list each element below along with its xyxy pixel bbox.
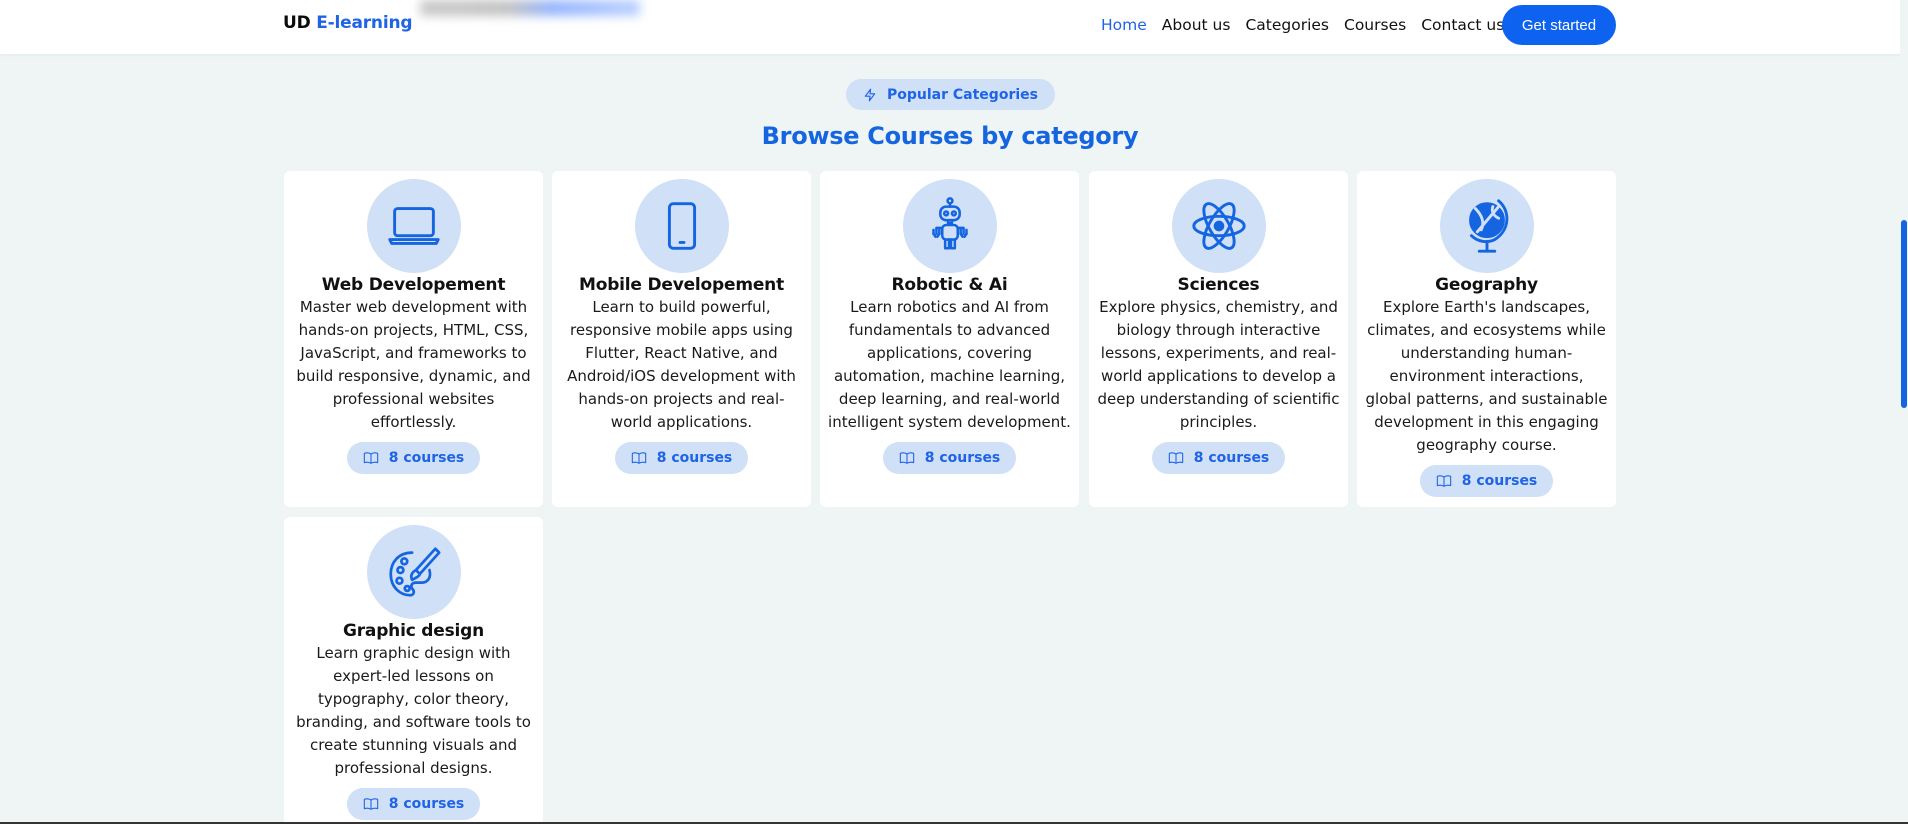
book-open-icon [363,798,378,810]
card-title: Sciences [1177,275,1260,295]
book-open-icon [363,452,378,464]
scrollbar-thumb[interactable] [1901,220,1907,408]
nav-courses[interactable]: Courses [1344,16,1406,34]
card-icon-circle [634,179,729,273]
category-card-robotic-ai[interactable]: Robotic & Ai Learn robotics and AI from … [820,171,1079,507]
nav-links: Home About us Categories Courses Contact… [1101,0,1519,50]
category-card-mobile-development[interactable]: Mobile Developement Learn to build power… [552,171,811,507]
bolt-icon [864,88,876,101]
card-title: Geography [1435,275,1538,295]
book-open-icon [1168,452,1183,464]
atom-icon [1191,202,1246,250]
courses-count-badge[interactable]: 8 courses [346,442,481,474]
site-logo[interactable]: UD E-learning [283,13,413,33]
card-description: Explore Earth's landscapes, climates, an… [1365,298,1608,454]
courses-count-badge[interactable]: 8 courses [614,442,749,474]
card-title: Web Developement [321,275,506,295]
book-open-icon [899,452,914,464]
robot-icon [931,197,968,250]
card-icon-circle [366,525,461,619]
courses-count-label: 8 courses [388,450,465,466]
globe-icon [1468,199,1508,253]
nav-about-us[interactable]: About us [1162,16,1231,34]
popular-categories-pill: Popular Categories [846,79,1055,110]
nav-contact-us[interactable]: Contact us [1421,16,1504,34]
courses-count-badge[interactable]: 8 courses [1419,465,1554,497]
card-description: Learn graphic design with expert-led les… [296,644,531,777]
logo-ud: UD [283,13,311,33]
category-card-geography[interactable]: Geography Explore Earth's landscapes, cl… [1357,171,1616,507]
courses-count-label: 8 courses [924,450,1001,466]
courses-count-badge[interactable]: 8 courses [1151,442,1286,474]
courses-count-label: 8 courses [388,796,465,812]
card-description: Learn to build powerful, responsive mobi… [567,298,796,431]
card-icon-circle [1439,179,1534,273]
card-title: Robotic & Ai [891,275,1008,295]
courses-count-label: 8 courses [1461,473,1538,489]
get-started-button[interactable]: Get started [1502,5,1616,45]
blurred-image-strip [420,0,640,16]
courses-count-label: 8 courses [656,450,733,466]
card-description: Learn robotics and AI from fundamentals … [828,298,1071,431]
pill-label: Popular Categories [887,86,1038,103]
card-icon-circle [902,179,997,273]
smartphone-icon [667,202,696,250]
nav-home[interactable]: Home [1101,16,1147,34]
page-scrollbar[interactable] [1900,0,1908,824]
card-title: Graphic design [342,621,485,641]
courses-count-badge[interactable]: 8 courses [346,788,481,820]
category-card-graphic-design[interactable]: Graphic design Learn graphic design with… [284,517,543,824]
top-navbar: UD E-learning Home About us Categories C… [0,0,1908,54]
section-title: Browse Courses by category [761,122,1139,150]
nav-categories[interactable]: Categories [1245,16,1329,34]
courses-count-label: 8 courses [1193,450,1270,466]
card-description: Master web development with hands-on pro… [296,298,531,431]
category-card-web-development[interactable]: Web Developement Master web development … [284,171,543,507]
courses-count-badge[interactable]: 8 courses [882,442,1017,474]
book-open-icon [631,452,646,464]
card-description: Explore physics, chemistry, and biology … [1097,298,1340,431]
laptop-icon [387,207,440,245]
card-icon-circle [1171,179,1266,273]
category-card-sciences[interactable]: Sciences Explore physics, chemistry, and… [1089,171,1348,507]
card-icon-circle [366,179,461,273]
card-title: Mobile Developement [579,275,784,295]
palette-brush-icon [388,547,441,597]
book-open-icon [1436,475,1451,487]
logo-e-learning: E-learning [316,13,413,33]
